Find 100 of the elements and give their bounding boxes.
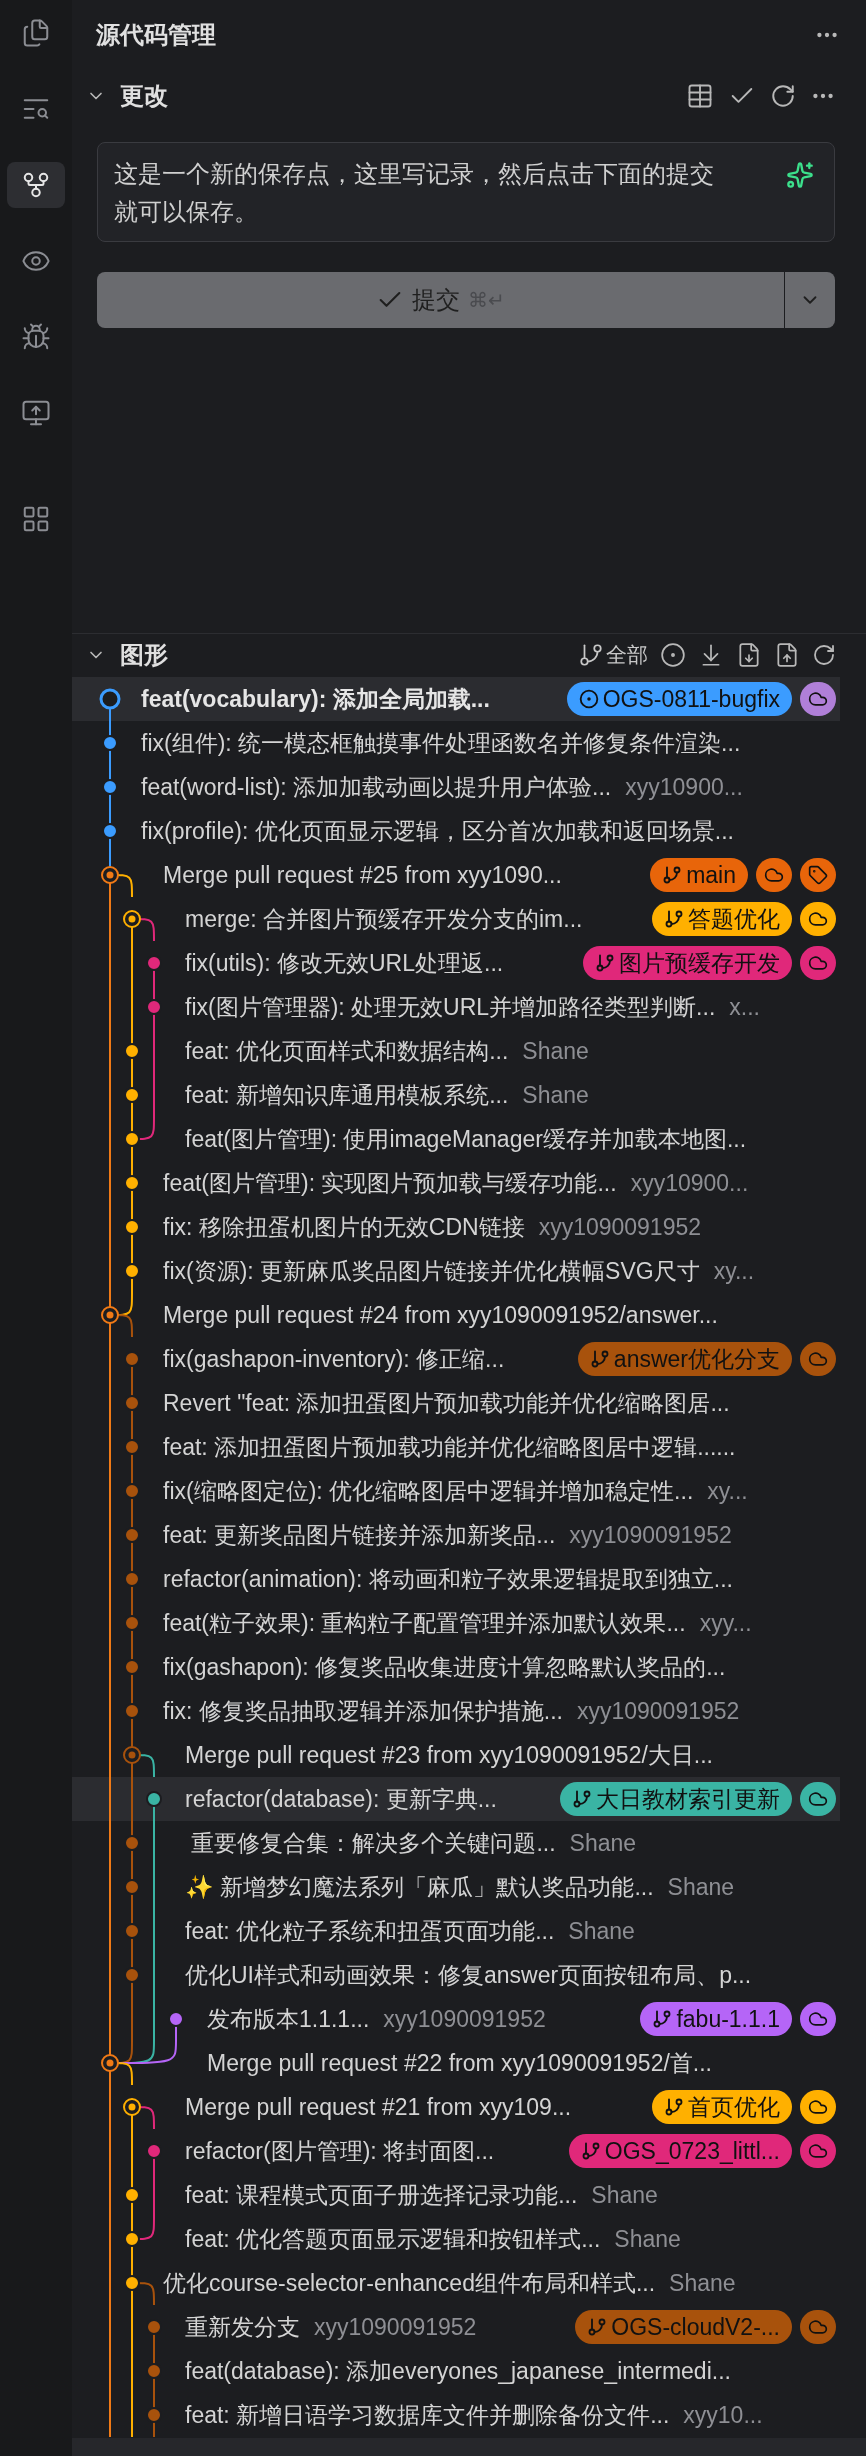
commit-author: xy... xyxy=(713,1256,755,1286)
commit-message: feat: 优化答题页面显示逻辑和按钮样式... xyxy=(185,2224,601,2254)
commit-row[interactable]: 优化course-selector-enhanced组件布局和样式... Shane xyxy=(72,2261,840,2305)
refresh-icon[interactable] xyxy=(770,83,796,109)
panel-title: 源代码管理 xyxy=(96,20,216,50)
push-icon[interactable] xyxy=(774,642,800,668)
commit-row[interactable]: fix(profile): 优化页面显示逻辑，区分首次加载和返回场景... xyxy=(72,809,840,853)
cloud-icon xyxy=(808,953,828,973)
commit-row[interactable]: fix: 移除扭蛋机图片的无效CDN链接 xyy1090091952 xyxy=(72,1205,840,1249)
refresh-icon[interactable] xyxy=(812,643,836,667)
commit-row[interactable]: 重要修复合集：解决多个关键问题... Shane xyxy=(72,1821,840,1865)
commit-message-field[interactable]: 这是一个新的保存点，这里写记录，然后点击下面的提交就可以保存。 xyxy=(97,142,835,242)
cloud-icon xyxy=(808,689,828,709)
commit-author: xyy... xyxy=(699,1608,752,1638)
commit-message: fix(utils): 修改无效URL处理返... xyxy=(185,948,504,978)
branch-icon xyxy=(21,170,51,200)
commit-row[interactable]: feat: 优化粒子系统和扭蛋页面功能... Shane xyxy=(72,1909,840,1953)
branch-icon xyxy=(578,642,604,668)
commit-message: feat(粒子效果): 重构粒子配置管理并添加默认效果... xyxy=(163,1608,686,1638)
commit-row[interactable]: fix(gashapon): 修复奖品收集进度计算忽略默认奖品的... xyxy=(72,1645,840,1689)
commit-row[interactable]: feat(database): 添加everyones_japanese_intermedi... xyxy=(72,2349,840,2393)
commit-author: xyy1090091952 xyxy=(383,2004,546,2034)
commit-author: Shane xyxy=(614,2224,681,2254)
commit-message: fix(缩略图定位): 优化缩略图居中逻辑并增加稳定性... xyxy=(163,1476,694,1506)
cloud-icon xyxy=(808,2097,828,2117)
commit-message: feat(vocabulary): 添加全局加载... xyxy=(141,684,490,714)
commit-row[interactable]: fix: 修复奖品抽取逻辑并添加保护措施... xyy1090091952 xyxy=(72,1689,840,1733)
commit-message: feat(图片管理): 实现图片预加载与缓存功能... xyxy=(163,1168,617,1198)
files-icon xyxy=(21,18,51,48)
commit-row[interactable]: Merge pull request #22 from xyy1090091952/首... xyxy=(72,2041,840,2085)
commit-row[interactable]: fix(资源): 更新麻瓜奖品图片链接并优化横幅SVG尺寸 xy... xyxy=(72,1249,840,1293)
commit-row[interactable]: refactor(图片管理): 将封面图... OGS_0723_littl... xyxy=(72,2129,840,2173)
commit-row[interactable]: feat(vocabulary): 添加全局加载... OGS-0811-bugfix xyxy=(72,677,840,721)
target-icon[interactable] xyxy=(660,642,686,668)
commit-message: 优化course-selector-enhanced组件布局和样式... xyxy=(163,2268,656,2298)
commit-message: feat: 新增知识库通用模板系统... xyxy=(185,1080,509,1110)
commit-row[interactable]: feat: 优化答题页面显示逻辑和按钮样式... Shane xyxy=(72,2217,840,2261)
commit-row[interactable]: feat: 新增知识库通用模板系统... Shane xyxy=(72,1073,840,1117)
branch-badge: OGS-0811-bugfix xyxy=(566,682,792,716)
table-icon[interactable] xyxy=(686,82,714,110)
commit-author: xyy1090091952 xyxy=(538,1212,702,1242)
commit-author: x... xyxy=(729,992,760,1022)
branch-icon xyxy=(662,865,683,885)
commit-row[interactable]: feat: 更新奖品图片链接并添加新奖品... xyy1090091952 xyxy=(72,1513,840,1557)
tag-icon xyxy=(808,865,828,885)
cloud-icon xyxy=(808,2009,828,2029)
commit-message: fix(资源): 更新麻瓜奖品图片链接并优化横幅SVG尺寸 xyxy=(163,1256,700,1286)
commit-message: feat: 课程模式页面子册选择记录功能... xyxy=(185,2180,578,2210)
commit-row[interactable]: 发布版本1.1.1... xyy1090091952 fabu-1.1.1 xyxy=(72,1997,840,2041)
commit-row[interactable]: refactor(database): 更新字典... 大日教材索引更新 xyxy=(72,1777,840,1821)
commit-row[interactable]: Merge pull request #21 from xyy109... 首页优化 xyxy=(72,2085,840,2129)
branch-icon xyxy=(580,2141,601,2161)
branch-icon xyxy=(587,2317,608,2337)
commit-row[interactable]: Revert "feat: 添加扭蛋图片预加载功能并优化缩略图居... xyxy=(72,1381,840,1425)
commit-author: xyy10... xyxy=(683,2400,763,2430)
branch-icon xyxy=(595,953,615,973)
commit-row[interactable]: fix(缩略图定位): 优化缩略图居中逻辑并增加稳定性... xy... xyxy=(72,1469,840,1513)
commit-message: fix(gashapon): 修复奖品收集进度计算忽略默认奖品的... xyxy=(163,1652,726,1682)
branch-badge: 答题优化 xyxy=(652,902,792,936)
commit-row[interactable]: Merge pull request #24 from xyy1090091952/answer... xyxy=(72,1293,840,1337)
commit-row[interactable]: feat(图片管理): 实现图片预加载与缓存功能... xyy10900... xyxy=(72,1161,840,1205)
commit-row[interactable]: Merge pull request #23 from xyy1090091952/大日... xyxy=(72,1733,840,1777)
commit-message: feat: 优化粒子系统和扭蛋页面功能... xyxy=(185,1916,555,1946)
commit-message: ✨ 新增梦幻魔法系列「麻瓜」默认奖品功能... xyxy=(185,1872,654,1902)
commit-author: xy... xyxy=(707,1476,748,1506)
commit-row[interactable]: feat: 新增日语学习数据库文件并删除备份文件... xyy10... xyxy=(72,2393,840,2437)
sparkle-icon[interactable] xyxy=(786,161,814,189)
commit-message: fix: 移除扭蛋机图片的无效CDN链接 xyxy=(163,1212,525,1242)
commit-message: Merge pull request #25 from xyy1090... xyxy=(163,860,562,890)
commit-row[interactable]: fix(utils): 修改无效URL处理返... 图片预缓存开发 xyxy=(72,941,840,985)
commit-message: refactor(图片管理): 将封面图... xyxy=(185,2136,495,2166)
commit-row[interactable]: feat: 优化页面样式和数据结构... Shane xyxy=(72,1029,840,1073)
commit-row[interactable]: ✨ 新增梦幻魔法系列「麻瓜」默认奖品功能... Shane xyxy=(72,1865,840,1909)
section-title: 图形 xyxy=(120,640,168,670)
commit-author: xyy10900... xyxy=(630,1168,749,1198)
monitor-icon xyxy=(21,398,51,428)
section-title: 更改 xyxy=(120,81,168,111)
commit-row[interactable]: feat(图片管理): 使用imageManager缓存并加载本地图... xyxy=(72,1117,840,1161)
commit-row[interactable]: feat: 课程模式页面子册选择记录功能... Shane xyxy=(72,2173,840,2217)
commit-row[interactable]: 优化UI样式和动画效果：修复answer页面按钮布局、p... xyxy=(72,1953,840,1997)
commit-row[interactable]: merge: 合并图片预缓存开发分支的im... 答题优化 xyxy=(72,897,840,941)
commit-row[interactable]: 重新发分支 xyy1090091952 OGS-cloudV2-... xyxy=(72,2305,840,2349)
cloud-icon xyxy=(808,1789,828,1809)
commit-author: Shane xyxy=(522,1036,589,1066)
activity-bar-button[interactable] xyxy=(7,162,65,208)
pull-icon[interactable] xyxy=(736,642,762,668)
commit-row[interactable]: fix(gashapon-inventory): 修正缩... answer优化分支 xyxy=(72,1337,840,1381)
commit-row[interactable]: feat(粒子效果): 重构粒子配置管理并添加默认效果... xyy... xyxy=(72,1601,840,1645)
branch-icon xyxy=(589,1349,610,1369)
commit-message: fix(图片管理器): 处理无效URL并增加路径类型判断... xyxy=(185,992,716,1022)
commit-author: Shane xyxy=(522,1080,589,1110)
commit-row[interactable]: fix(图片管理器): 处理无效URL并增加路径类型判断... x... xyxy=(72,985,840,1029)
commit-row[interactable]: fix(组件): 统一模态框触摸事件处理函数名并修复条件渲染... xyxy=(72,721,840,765)
commit-row[interactable]: Merge pull request #25 from xyy1090... main xyxy=(72,853,840,897)
commit-row[interactable]: feat(word-list): 添加加载动画以提升用户体验... xyy10900... xyxy=(72,765,840,809)
commit-message: Merge pull request #24 from xyy1090091952/answer... xyxy=(163,1300,718,1330)
branch-filter-button[interactable]: 全部 xyxy=(578,639,648,671)
commit-message: feat: 优化页面样式和数据结构... xyxy=(185,1036,509,1066)
commit-row[interactable]: feat: 添加扭蛋图片预加载功能并优化缩略图居中逻辑...... xyxy=(72,1425,840,1469)
commit-row[interactable]: refactor(animation): 将动画和粒子效果逻辑提取到独立... xyxy=(72,1557,840,1601)
